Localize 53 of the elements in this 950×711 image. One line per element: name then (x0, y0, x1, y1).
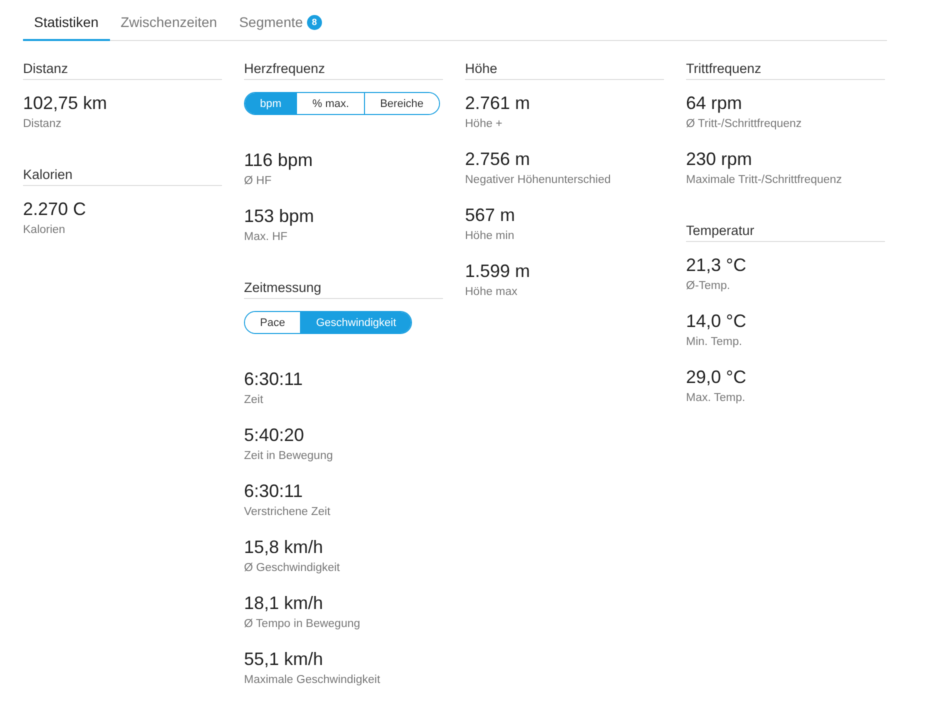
stat-label: Ø-Temp. (686, 279, 732, 294)
stat-label: Verstrichene Zeit (244, 505, 332, 520)
stat-label: Distanz (23, 117, 62, 132)
stat-value: 2.761 m (465, 92, 532, 114)
section-title: Höhe (465, 61, 664, 80)
stat-label: Ø HF (244, 174, 272, 189)
stat-label: Höhe + (465, 117, 504, 132)
section-title: Temperatur (686, 223, 885, 242)
tab-label: Zwischenzeiten (120, 14, 218, 30)
toggle-option[interactable]: Bereiche (364, 93, 439, 114)
stat-value: 21,3 °C (686, 254, 748, 276)
stat-label: Ø Geschwindigkeit (244, 561, 341, 576)
stat-value: 567 m (465, 204, 516, 226)
stat-label: Max. HF (244, 230, 288, 245)
tab-label: Statistiken (34, 14, 99, 30)
stat-value: 2.270 C (23, 198, 88, 220)
stat-value: 29,0 °C (686, 366, 748, 388)
stat-label: Maximale Tritt-/Schrittfrequenz (686, 173, 843, 188)
stat-label: Zeit (244, 393, 264, 408)
stat-value: 1.599 m (465, 260, 532, 282)
count-badge: 8 (306, 14, 322, 30)
tab-label: Segmente (239, 14, 303, 30)
stat-value: 64 rpm (686, 92, 744, 114)
stat-label: Ø Tritt-/Schrittfrequenz (686, 117, 803, 132)
stat-label: Ø Tempo in Bewegung (244, 617, 362, 632)
stat-value: 18,1 km/h (244, 592, 324, 614)
stat-value: 102,75 km (23, 92, 108, 114)
stat-label: Höhe max (465, 285, 518, 300)
section-title: Zeitmessung (244, 280, 443, 299)
tab[interactable]: Segmente 8 (228, 8, 333, 41)
tab[interactable]: Zwischenzeiten (110, 8, 228, 41)
stat-label: Höhe min (465, 229, 516, 244)
stat-label: Maximale Geschwindigkeit (244, 673, 382, 688)
stat-label: Max. Temp. (686, 391, 746, 406)
section-title: Kalorien (23, 167, 222, 186)
stat-value: 5:40:20 (244, 424, 306, 446)
stat-value: 15,8 km/h (244, 536, 324, 558)
stat-label: Negativer Höhenunterschied (465, 173, 612, 188)
stat-label: Min. Temp. (686, 335, 744, 350)
section-title: Herzfrequenz (244, 61, 443, 80)
stat-value: 14,0 °C (686, 310, 748, 332)
stat-value: 6:30:11 (244, 368, 304, 390)
section-title: Distanz (23, 61, 222, 80)
tab[interactable]: Statistiken (23, 8, 110, 41)
section-title: Trittfrequenz (686, 61, 885, 80)
stat-value: 230 rpm (686, 148, 754, 170)
stat-value: 55,1 km/h (244, 648, 324, 670)
stat-label: Zeit in Bewegung (244, 449, 334, 464)
stat-value: 6:30:11 (244, 480, 304, 502)
stat-value: 153 bpm (244, 205, 316, 227)
stat-value: 2.756 m (465, 148, 532, 170)
stat-value: 116 bpm (244, 149, 314, 171)
stat-label: Kalorien (23, 223, 66, 238)
